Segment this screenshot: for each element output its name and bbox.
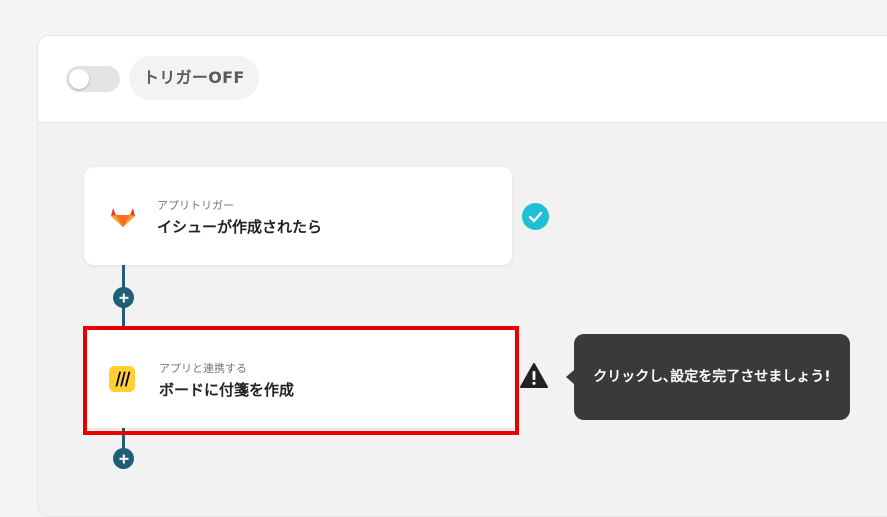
panel-header: トリガーOFF	[38, 36, 887, 123]
step-title: ボードに付箋を作成	[159, 381, 295, 399]
trigger-status-label: トリガーOFF	[129, 56, 259, 100]
add-step-button-2[interactable]	[113, 448, 134, 469]
step-caption: アプリと連携する	[159, 362, 247, 375]
gitlab-icon	[111, 208, 135, 227]
setup-tooltip: クリックし､設定を完了させましょう!	[566, 334, 850, 420]
miro-icon	[109, 366, 135, 392]
check-circle-icon	[522, 203, 549, 230]
warning-icon	[520, 363, 548, 388]
step-title: イシューが作成されたら	[157, 218, 323, 236]
workflow-panel: トリガーOFF	[37, 35, 887, 517]
trigger-toggle[interactable]	[66, 66, 120, 92]
step-card-action[interactable]: アプリと連携する ボードに付箋を作成	[86, 330, 514, 428]
toggle-knob	[69, 69, 89, 89]
step-card-trigger[interactable]: アプリトリガー イシューが作成されたら	[84, 167, 512, 265]
add-step-button-1[interactable]	[113, 287, 134, 308]
step-caption: アプリトリガー	[157, 199, 234, 212]
